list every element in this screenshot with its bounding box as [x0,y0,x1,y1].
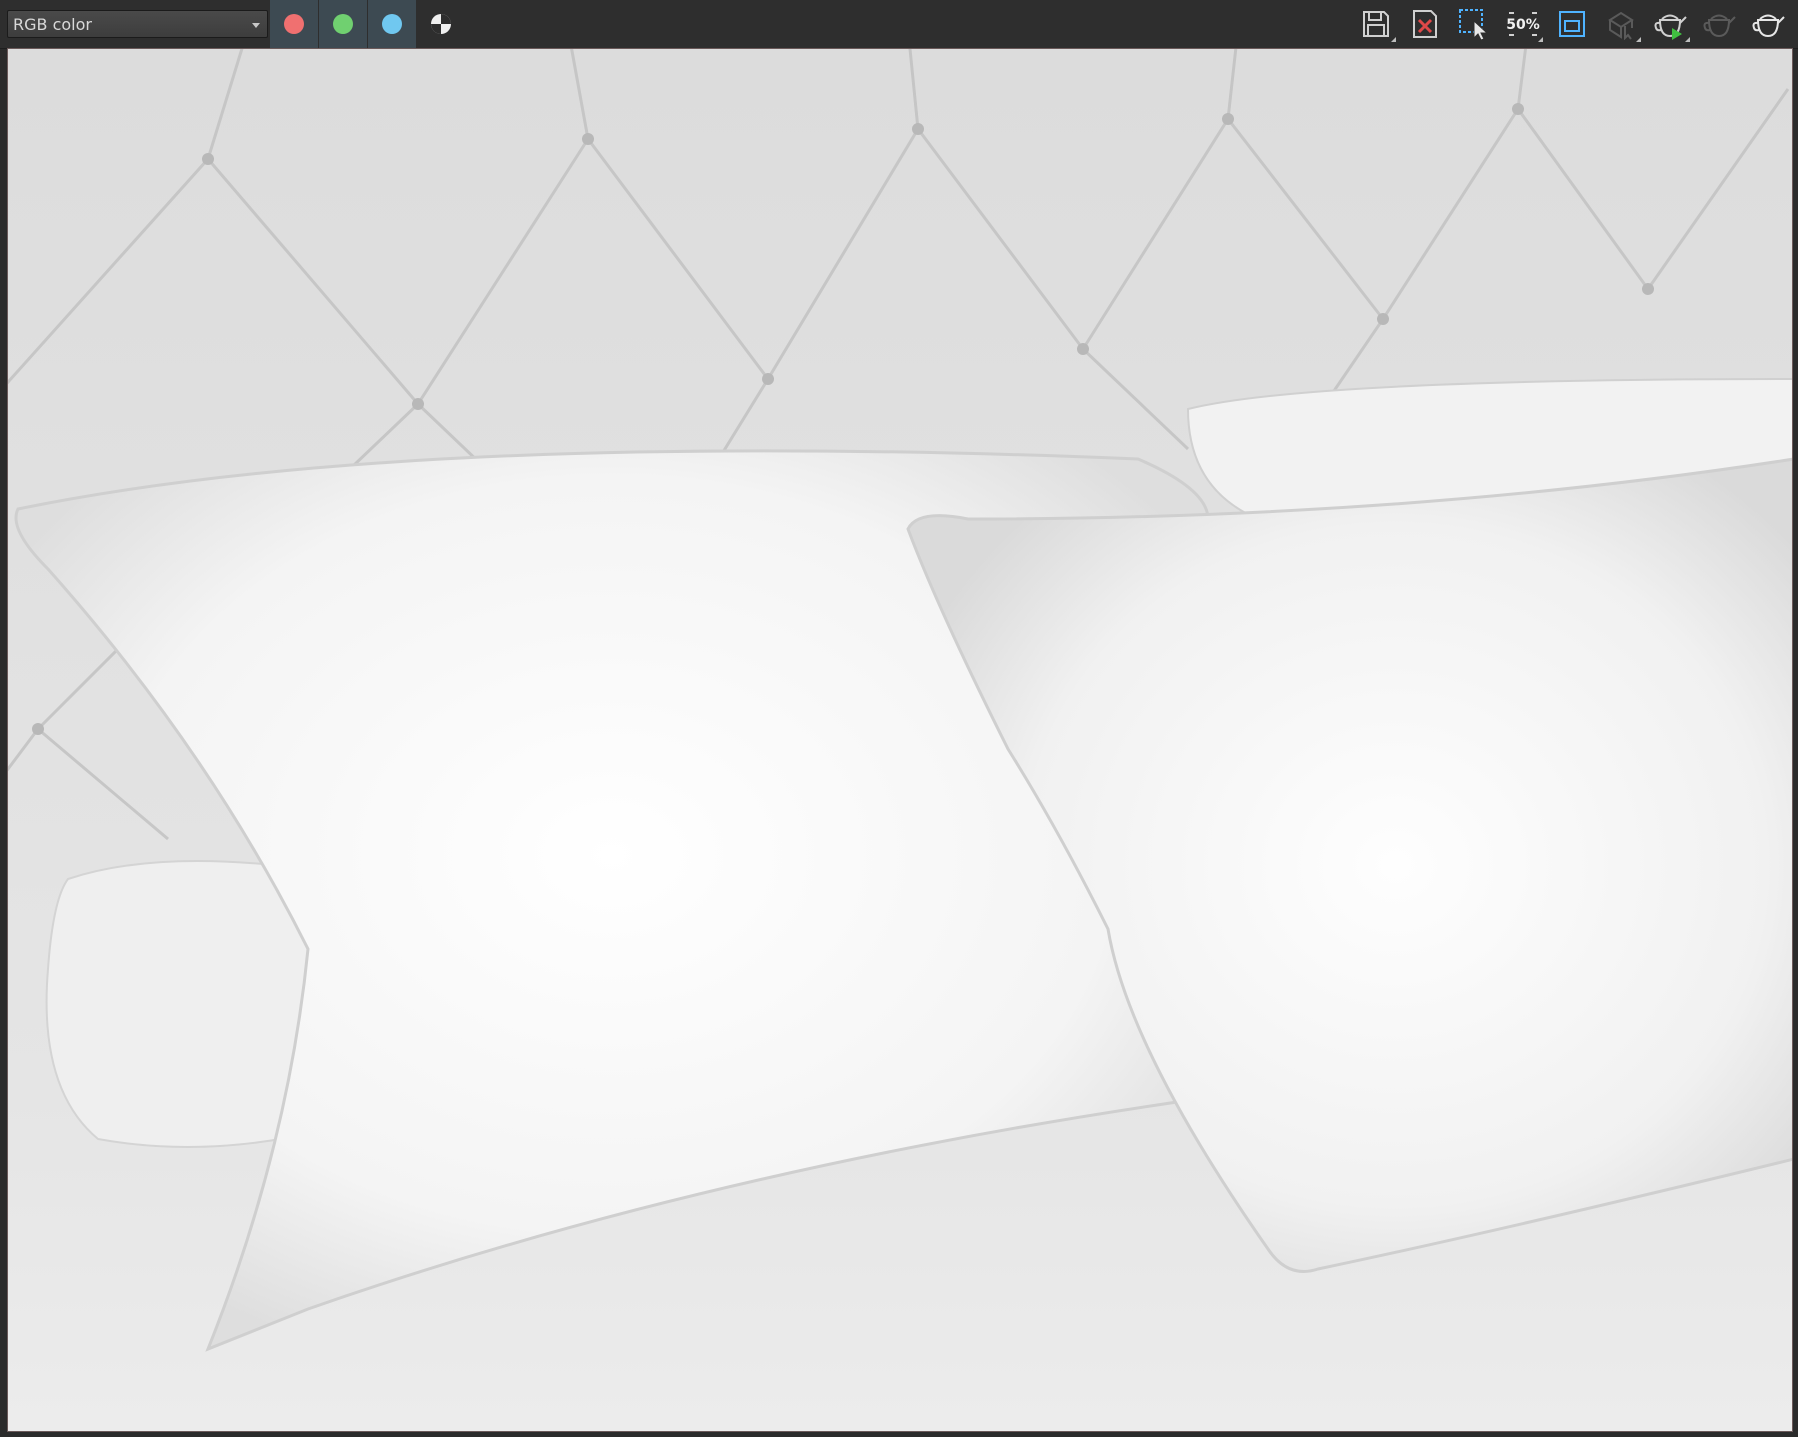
save-image-button[interactable] [1356,4,1396,44]
channel-display-dropdown[interactable]: RGB color [7,10,268,38]
region-select-icon [1459,9,1489,41]
teapot-stop-icon [1703,14,1736,38]
red-channel-icon [284,14,304,34]
teapot-render-icon [1654,14,1687,40]
zoom-icon: 50% [1506,12,1540,36]
options-corner-icon [1391,37,1396,42]
green-channel-toggle[interactable] [319,0,367,48]
frame-buffer-toolbar: RGB color 50% [0,0,1798,49]
save-icon [1363,11,1389,37]
clear-image-icon [1413,10,1437,38]
track-mouse-icon [1608,11,1634,40]
red-channel-toggle[interactable] [270,0,318,48]
region-render-button[interactable] [1454,4,1494,44]
frame-icon [1559,11,1585,37]
blue-channel-toggle[interactable] [368,0,416,48]
channel-display-value: RGB color [13,15,92,34]
blue-channel-icon [382,14,402,34]
options-corner-icon [1636,37,1641,42]
alpha-channel-toggle[interactable] [417,0,465,48]
clear-image-button[interactable] [1405,4,1445,44]
chevron-down-icon [252,23,260,28]
render-button[interactable] [1650,4,1690,44]
teapot-icon [1752,14,1785,38]
zoom-level-button[interactable]: 50% [1503,4,1543,44]
options-corner-icon [1685,37,1690,42]
track-mouse-button[interactable] [1601,4,1641,44]
pillows-render [8,49,1792,1431]
render-setup-button[interactable] [1748,4,1788,44]
zoom-label: 50% [1506,17,1540,33]
alpha-channel-icon [431,14,451,34]
stop-render-button[interactable] [1699,4,1739,44]
rendered-image [8,49,1792,1431]
render-viewport[interactable] [7,48,1793,1432]
green-channel-icon [333,14,353,34]
toggle-ui-overlay-button[interactable] [1552,4,1592,44]
options-corner-icon [1538,37,1543,42]
